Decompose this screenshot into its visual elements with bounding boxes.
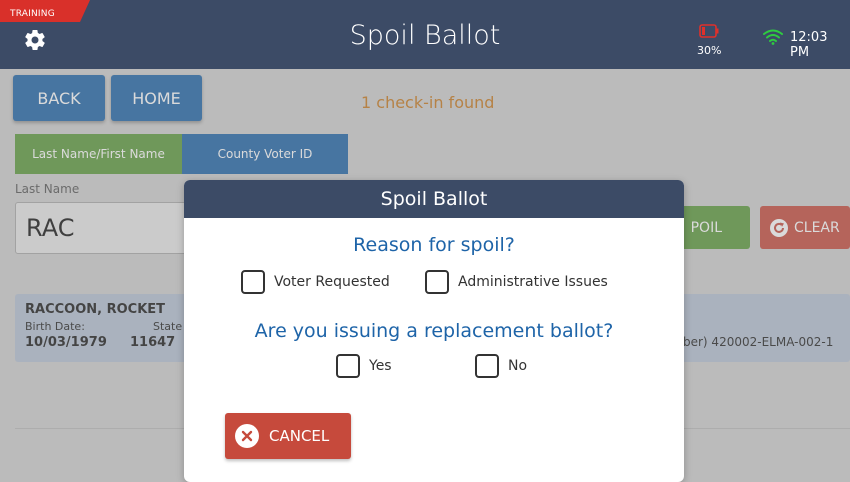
voter-requested-label: Voter Requested bbox=[274, 274, 390, 290]
app-header: TRAINING Spoil Ballot 30% 12:03 PM bbox=[0, 0, 850, 69]
battery-percent: 30% bbox=[697, 44, 722, 57]
spoil-ballot-dialog: Spoil Ballot Reason for spoil? Voter Req… bbox=[184, 180, 684, 482]
checkbox-box[interactable] bbox=[475, 354, 499, 378]
checkbox-box[interactable] bbox=[425, 270, 449, 294]
training-label: TRAINING bbox=[10, 9, 55, 19]
training-ribbon: TRAINING bbox=[0, 0, 100, 22]
cancel-button-label: CANCEL bbox=[269, 427, 330, 445]
battery-icon bbox=[699, 24, 719, 38]
page-title: Spoil Ballot bbox=[349, 20, 501, 51]
wifi-icon bbox=[763, 29, 783, 45]
reason-question: Reason for spoil? bbox=[353, 234, 515, 256]
close-icon bbox=[235, 424, 259, 448]
cancel-button[interactable]: CANCEL bbox=[225, 413, 351, 459]
voter-requested-checkbox[interactable]: Voter Requested bbox=[241, 270, 390, 294]
replacement-question: Are you issuing a replacement ballot? bbox=[254, 320, 614, 342]
dialog-title: Spoil Ballot bbox=[184, 180, 684, 218]
administrative-issues-checkbox[interactable]: Administrative Issues bbox=[425, 270, 608, 294]
administrative-issues-label: Administrative Issues bbox=[458, 274, 608, 290]
checkbox-box[interactable] bbox=[336, 354, 360, 378]
no-label: No bbox=[508, 358, 528, 374]
checkbox-box[interactable] bbox=[241, 270, 265, 294]
no-checkbox[interactable]: No bbox=[475, 354, 527, 378]
clock: 12:03 PM bbox=[790, 30, 828, 60]
yes-label: Yes bbox=[369, 358, 392, 374]
yes-checkbox[interactable]: Yes bbox=[336, 354, 392, 378]
